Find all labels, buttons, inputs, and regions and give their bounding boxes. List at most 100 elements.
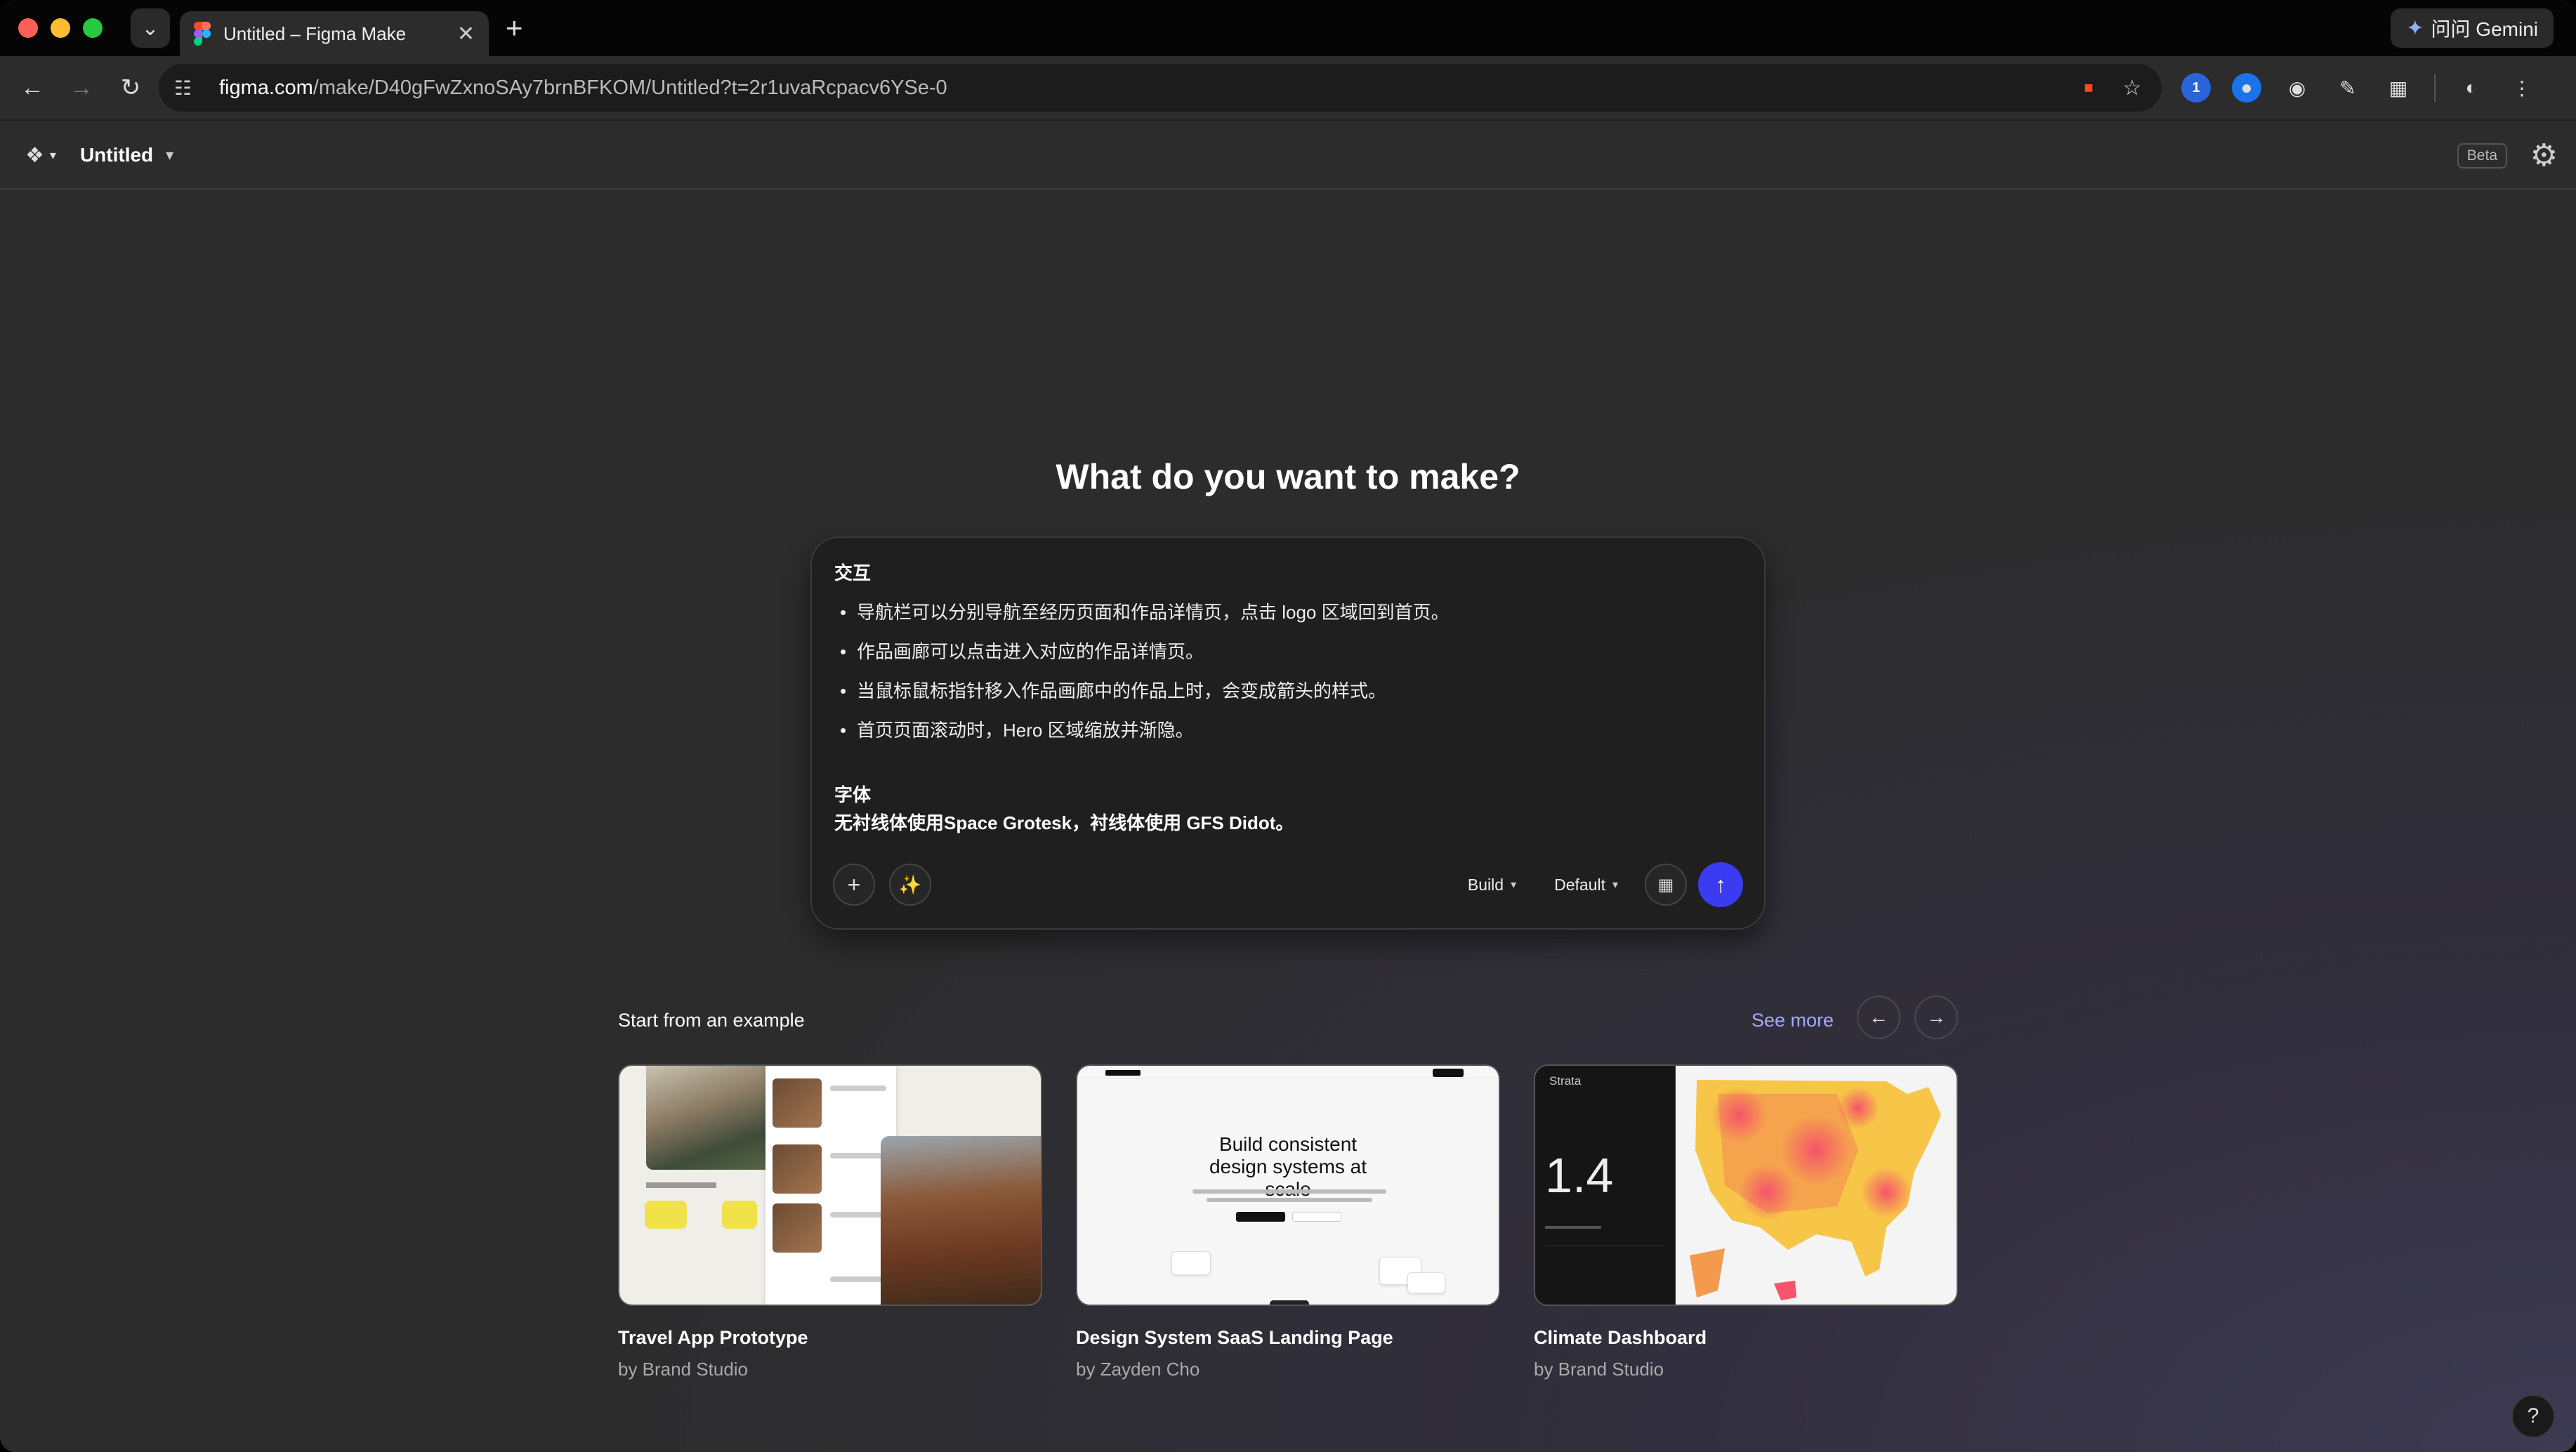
add-attachment-button[interactable]: + [833, 864, 875, 906]
chevron-down-icon[interactable]: ▾ [166, 146, 173, 164]
heatmap-region [1690, 1248, 1725, 1298]
browser-toolbar: ← → ↻ ☷ figma.com/make/D40gFwZxnoSAy7brn… [0, 56, 2576, 121]
model-dropdown[interactable]: Default ▾ [1554, 876, 1618, 895]
minimize-window-button[interactable] [51, 18, 70, 38]
close-icon[interactable]: ✕ [457, 22, 475, 46]
arrow-right-icon: → [70, 74, 93, 101]
puzzle-icon[interactable]: ▦ [2384, 73, 2413, 103]
extension-blue-icon[interactable]: ● [2232, 73, 2261, 103]
extension-glasses-icon[interactable]: ◉ [2282, 73, 2312, 103]
examples-next-button[interactable]: → [1914, 996, 1958, 1039]
figma-favicon-icon [194, 22, 211, 46]
mode-label: Build [1467, 875, 1504, 894]
thumb-cta [1433, 1069, 1464, 1077]
bookmark-star-icon[interactable]: ☆ [2118, 76, 2146, 100]
mode-dropdown[interactable]: Build ▾ [1468, 876, 1516, 895]
example-card-design-system[interactable]: Build consistent design systems at scale… [1076, 1064, 1500, 1380]
prompt-bullet: 作品画廊可以点击进入对应的作品详情页。 [834, 638, 1736, 666]
url-path: /make/D40gFwZxnoSAy7brnBFKOM/Untitled?t=… [313, 76, 947, 99]
prompt-toolbar: + ✨ Build ▾ Default ▾ ▦ ↑ [833, 862, 1743, 907]
see-more-link[interactable]: See more [1752, 1010, 1834, 1031]
prompt-bullet: 导航栏可以分别导航至经历页面和作品详情页，点击 logo 区域回到首页。 [834, 598, 1736, 626]
file-name[interactable]: Untitled [80, 144, 153, 166]
thumb-text-line [830, 1085, 886, 1091]
examples-prev-button[interactable]: ← [1857, 996, 1900, 1039]
gear-icon[interactable]: ⚙ [2530, 138, 2558, 173]
arrow-left-icon: ← [20, 74, 44, 101]
arrow-up-icon: ↑ [1715, 871, 1726, 897]
browser-window: ⌄ Untitled – Figma Make ✕ + ✦ 问问 Gemini … [0, 0, 2576, 1452]
enhance-prompt-button[interactable]: ✨ [889, 864, 931, 906]
example-title: Travel App Prototype [618, 1327, 808, 1348]
gemini-label: 问问 Gemini [2431, 18, 2538, 40]
back-button[interactable]: ← [13, 68, 52, 107]
heatmap-hotspot [1781, 1115, 1851, 1185]
extension-pen-icon[interactable]: ✎ [2333, 73, 2363, 103]
example-thumbnail[interactable] [618, 1064, 1042, 1306]
example-thumbnail[interactable]: Build consistent design systems at scale [1076, 1064, 1500, 1306]
close-window-button[interactable] [18, 18, 38, 38]
example-card-travel[interactable]: Travel App Prototype by Brand Studio [618, 1064, 1042, 1380]
reload-button[interactable]: ↻ [111, 68, 150, 107]
example-title: Design System SaaS Landing Page [1076, 1327, 1393, 1348]
figma-logo-icon: ❖ [25, 143, 44, 167]
chevron-down-icon: ▾ [1511, 879, 1517, 891]
arrow-right-icon: → [1926, 1006, 1946, 1028]
thumb-dark-tab [1270, 1300, 1309, 1305]
plus-icon: + [847, 871, 861, 897]
tab-strip: ⌄ Untitled – Figma Make ✕ + ✦ 问问 Gemini [0, 0, 2576, 56]
thumb-text-line [1545, 1226, 1601, 1229]
window-controls [18, 18, 103, 38]
example-author: by Brand Studio [1534, 1359, 1664, 1380]
send-button[interactable]: ↑ [1698, 862, 1743, 907]
thumb-chip [722, 1201, 757, 1229]
tab-title: Untitled – Figma Make [223, 22, 407, 44]
app-header: ❖ ▾ Untitled ▾ Beta ⚙ [0, 122, 2576, 190]
example-title: Climate Dashboard [1534, 1327, 1707, 1348]
question-icon: ? [2527, 1404, 2539, 1427]
new-tab-button[interactable]: + [506, 11, 523, 45]
calendar-tool-button[interactable]: ▦ [1645, 864, 1687, 906]
example-thumbnail[interactable]: Strata 1.4 [1534, 1064, 1958, 1306]
maximize-window-button[interactable] [83, 18, 103, 38]
calendar-icon: ▦ [1657, 875, 1674, 895]
prompt-font-line: 无衬线体使用Space Grotesk，衬线体使用 GFS Didot。 [834, 812, 1294, 833]
more-vertical-icon[interactable]: ⋮ [2507, 73, 2537, 103]
page-title: What do you want to make? [1056, 457, 1520, 496]
reload-icon: ↻ [120, 74, 141, 101]
thumb-text-line [830, 1212, 886, 1217]
thumb-primary-button [1236, 1212, 1285, 1222]
thumb-brand: Strata [1549, 1074, 1582, 1088]
figma-extension-icon[interactable]: ■ [2075, 79, 2103, 97]
password-manager-icon[interactable]: 1 [2181, 73, 2211, 103]
thumb-feature-photo [881, 1136, 1041, 1305]
example-card-climate[interactable]: Strata 1.4 Climate Dashboard by Brand St… [1534, 1064, 1958, 1380]
thumb-mini-chart [1545, 1246, 1664, 1295]
example-author: by Brand Studio [618, 1359, 749, 1380]
heatmap-region [1774, 1281, 1796, 1300]
forward-button[interactable]: → [62, 68, 101, 107]
url-host: figma.com [219, 76, 313, 99]
toolbar-divider [2434, 74, 2436, 102]
address-bar[interactable]: ☷ figma.com/make/D40gFwZxnoSAy7brnBFKOM/… [159, 64, 2162, 112]
help-button[interactable]: ? [2511, 1394, 2555, 1438]
browser-tab-active[interactable]: Untitled – Figma Make ✕ [180, 11, 489, 56]
prompt-section-title: 交互 [834, 562, 872, 583]
heatmap-hotspot [1861, 1167, 1912, 1217]
thumb-logo [1105, 1070, 1141, 1076]
prompt-section-title: 字体 [834, 784, 872, 805]
thumb-text-line [646, 1182, 716, 1188]
gemini-button[interactable]: ✦ 问问 Gemini [2391, 8, 2554, 48]
heatmap-svg [1690, 1080, 1941, 1300]
url-text[interactable]: figma.com/make/D40gFwZxnoSAy7brnBFKOM/Un… [219, 77, 2059, 100]
model-label: Default [1554, 875, 1605, 894]
profile-icon[interactable]: ◐ [2457, 73, 2486, 103]
main-menu-button[interactable]: ❖ ▾ [25, 143, 56, 168]
site-settings-icon[interactable]: ☷ [174, 77, 202, 100]
prompt-input[interactable]: 交互 导航栏可以分别导航至经历页面和作品详情页，点击 logo 区域回到首页。 … [834, 559, 1736, 837]
main-canvas: What do you want to make? 交互 导航栏可以分别导航至经… [0, 191, 2576, 1452]
arrow-left-icon: ← [1869, 1006, 1888, 1028]
example-author: by Zayden Cho [1076, 1359, 1200, 1380]
prompt-card[interactable]: 交互 导航栏可以分别导航至经历页面和作品详情页，点击 logo 区域回到首页。 … [810, 536, 1766, 930]
tab-search-button[interactable]: ⌄ [131, 8, 170, 48]
